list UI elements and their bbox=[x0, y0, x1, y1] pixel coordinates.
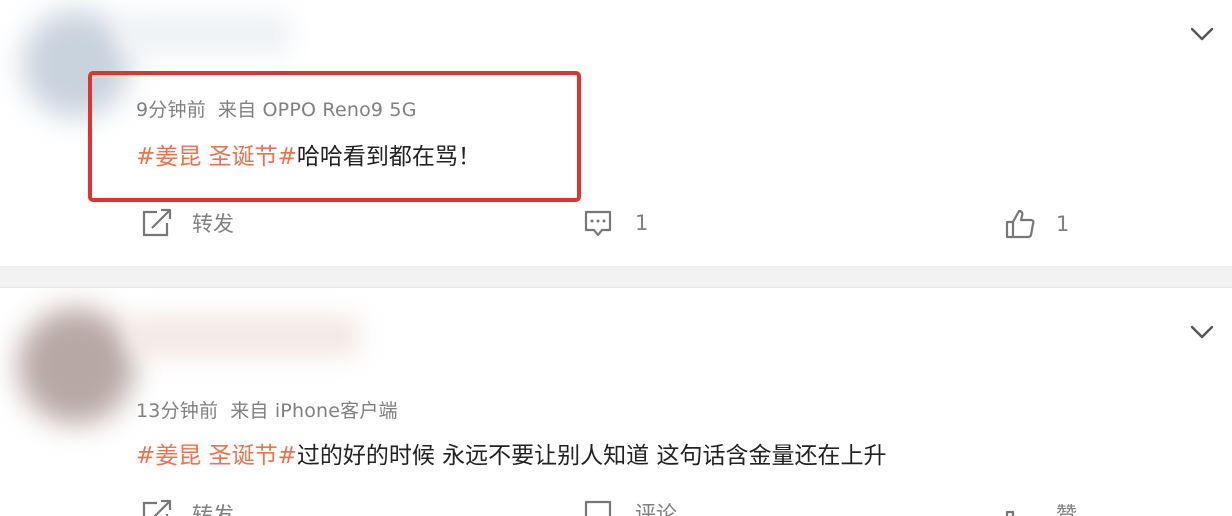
post-source: 来自 iPhone客户端 bbox=[230, 400, 398, 422]
like-count: 1 bbox=[1056, 212, 1070, 236]
chevron-down-icon[interactable] bbox=[1188, 24, 1216, 44]
chevron-down-icon[interactable] bbox=[1188, 322, 1216, 342]
repost-button[interactable]: 转发 bbox=[140, 498, 234, 516]
comment-button[interactable]: 评论 bbox=[583, 498, 677, 516]
avatar[interactable] bbox=[18, 308, 134, 424]
comment-icon bbox=[584, 210, 612, 237]
hashtag-link[interactable]: #姜昆 圣诞节# bbox=[136, 443, 297, 469]
post-time: 13分钟前 bbox=[136, 400, 219, 422]
post-content: #姜昆 圣诞节#过的好的时候 永远不要让别人知道 这句话含金量还在上升 bbox=[136, 436, 886, 470]
repost-label: 转发 bbox=[192, 503, 234, 516]
post-text: 过的好的时候 永远不要让别人知道 这句话含金量还在上升 bbox=[296, 443, 887, 469]
action-bar: 转发 评论 赞 bbox=[0, 496, 1232, 516]
repost-button[interactable]: 转发 bbox=[140, 207, 234, 239]
comment-count: 1 bbox=[635, 211, 649, 235]
card-separator bbox=[0, 266, 1232, 288]
username-blurred bbox=[130, 316, 360, 356]
thumbs-up-icon bbox=[1005, 209, 1035, 239]
comment-card: 9分钟前 来自 OPPO Reno9 5G #姜昆 圣诞节#哈哈看到都在骂！ 转发… bbox=[0, 0, 1232, 266]
thumbs-up-icon bbox=[1005, 510, 1015, 516]
comment-card: 13分钟前 来自 iPhone客户端 #姜昆 圣诞节#过的好的时候 永远不要让别人… bbox=[0, 288, 1232, 516]
like-label: 赞 bbox=[1056, 503, 1077, 516]
post-meta: 13分钟前 来自 iPhone客户端 bbox=[136, 396, 398, 423]
like-button[interactable]: 赞 bbox=[1004, 498, 1077, 516]
repost-icon bbox=[142, 499, 172, 516]
comment-button[interactable]: 1 bbox=[583, 208, 648, 238]
like-button[interactable]: 1 bbox=[1004, 208, 1069, 240]
username-blurred bbox=[120, 14, 290, 54]
highlight-annotation bbox=[88, 71, 581, 202]
repost-icon bbox=[142, 208, 172, 237]
repost-label: 转发 bbox=[192, 212, 234, 236]
comment-label: 评论 bbox=[635, 502, 677, 516]
comment-icon bbox=[584, 500, 612, 516]
